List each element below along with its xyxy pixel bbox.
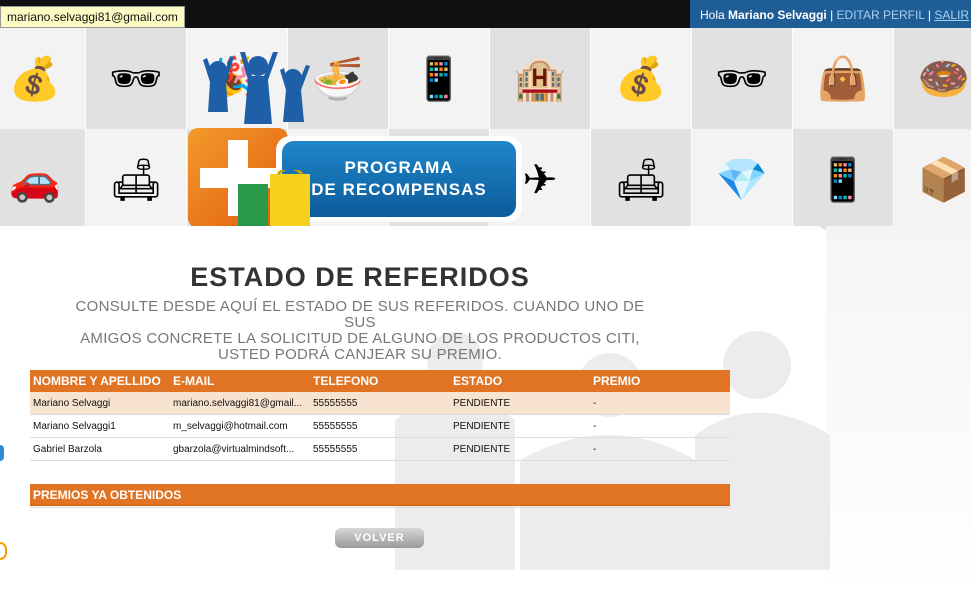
table-header-row: NOMBRE Y APELLIDO E-MAIL TELEFONO ESTADO… [30, 370, 730, 392]
separator: | [830, 8, 834, 22]
separator: | [927, 8, 932, 22]
column-header-name: NOMBRE Y APELLIDO [30, 370, 170, 392]
cell-email: m_selvaggi@hotmail.com [170, 414, 310, 438]
armchair-icon: 🛋 [591, 129, 691, 230]
donut-icon: 🍩 [894, 28, 971, 129]
intro-line: USTED PODRÁ CANJEAR SU PREMIO. [217, 346, 503, 363]
intro-text: CONSULTE DESDE AQUÍ EL ESTADO DE SUS REF… [70, 299, 650, 363]
car-icon: 🚗 [0, 129, 85, 230]
cell-phone: 55555555 [310, 414, 450, 438]
cell-prize: - [590, 392, 730, 415]
greeting-text: Hola [700, 8, 725, 22]
armchair-icon: 🛋 [86, 129, 186, 230]
rewards-program-logo: PROGRAMA DE RECOMPENSAS [188, 52, 528, 238]
logout-link[interactable]: SALIR [934, 8, 969, 22]
money-bag-icon: 💰 [0, 28, 85, 129]
user-name: Mariano Selvaggi [728, 8, 827, 22]
table-row: Mariano Selvaggi1 m_selvaggi@hotmail.com… [30, 414, 730, 438]
intro-line: AMIGOS CONCRETE LA SOLICITUD DE ALGUNO D… [80, 330, 640, 347]
cell-email: gbarzola@virtualmindsoft... [170, 437, 310, 461]
table-row: Mariano Selvaggi mariano.selvaggi81@gmai… [30, 392, 730, 415]
column-header-status: ESTADO [450, 370, 590, 392]
cell-prize: - [590, 414, 730, 438]
column-header-phone: TELEFONO [310, 370, 450, 392]
edit-profile-link[interactable]: EDITAR PERFIL [837, 8, 925, 22]
cell-status: PENDIENTE [450, 414, 590, 438]
column-header-prize: PREMIO [590, 370, 730, 392]
back-button[interactable]: VOLVER [335, 528, 424, 548]
sunglasses-icon: 🕶 [692, 28, 792, 129]
page-title: ESTADO DE REFERIDOS [190, 262, 530, 292]
cell-status: PENDIENTE [450, 392, 590, 415]
box-icon: 📦 [894, 129, 971, 230]
cell-name: Gabriel Barzola [30, 437, 170, 461]
divider [30, 507, 730, 508]
cell-name: Mariano Selvaggi1 [30, 414, 170, 438]
sunglasses-icon: 🕶 [86, 28, 186, 129]
money-bag-icon: 💰 [591, 28, 691, 129]
table-row: Gabriel Barzola gbarzola@virtualmindsoft… [30, 437, 730, 461]
referrals-table: NOMBRE Y APELLIDO E-MAIL TELEFONO ESTADO… [30, 370, 730, 461]
cell-name: Mariano Selvaggi [30, 392, 170, 415]
user-bar: Hola Mariano Selvaggi | EDITAR PERFIL | … [690, 0, 971, 28]
right-strip [826, 226, 971, 597]
cellphone-icon: 📱 [793, 129, 893, 230]
diamond-icon: 💎 [692, 129, 792, 230]
column-header-email: E-MAIL [170, 370, 310, 392]
prizes-obtained-header: PREMIOS YA OBTENIDOS [30, 484, 730, 506]
cell-status: PENDIENTE [450, 437, 590, 461]
cell-prize: - [590, 437, 730, 461]
cell-email: mariano.selvaggi81@gmail... [170, 392, 310, 415]
email-tooltip: mariano.selvaggi81@gmail.com [0, 6, 185, 28]
side-tab-blue[interactable] [0, 445, 4, 461]
handbag-icon: 👜 [793, 28, 893, 129]
cell-phone: 55555555 [310, 392, 450, 415]
intro-line: CONSULTE DESDE AQUÍ EL ESTADO DE SUS REF… [75, 298, 645, 331]
cell-phone: 55555555 [310, 437, 450, 461]
